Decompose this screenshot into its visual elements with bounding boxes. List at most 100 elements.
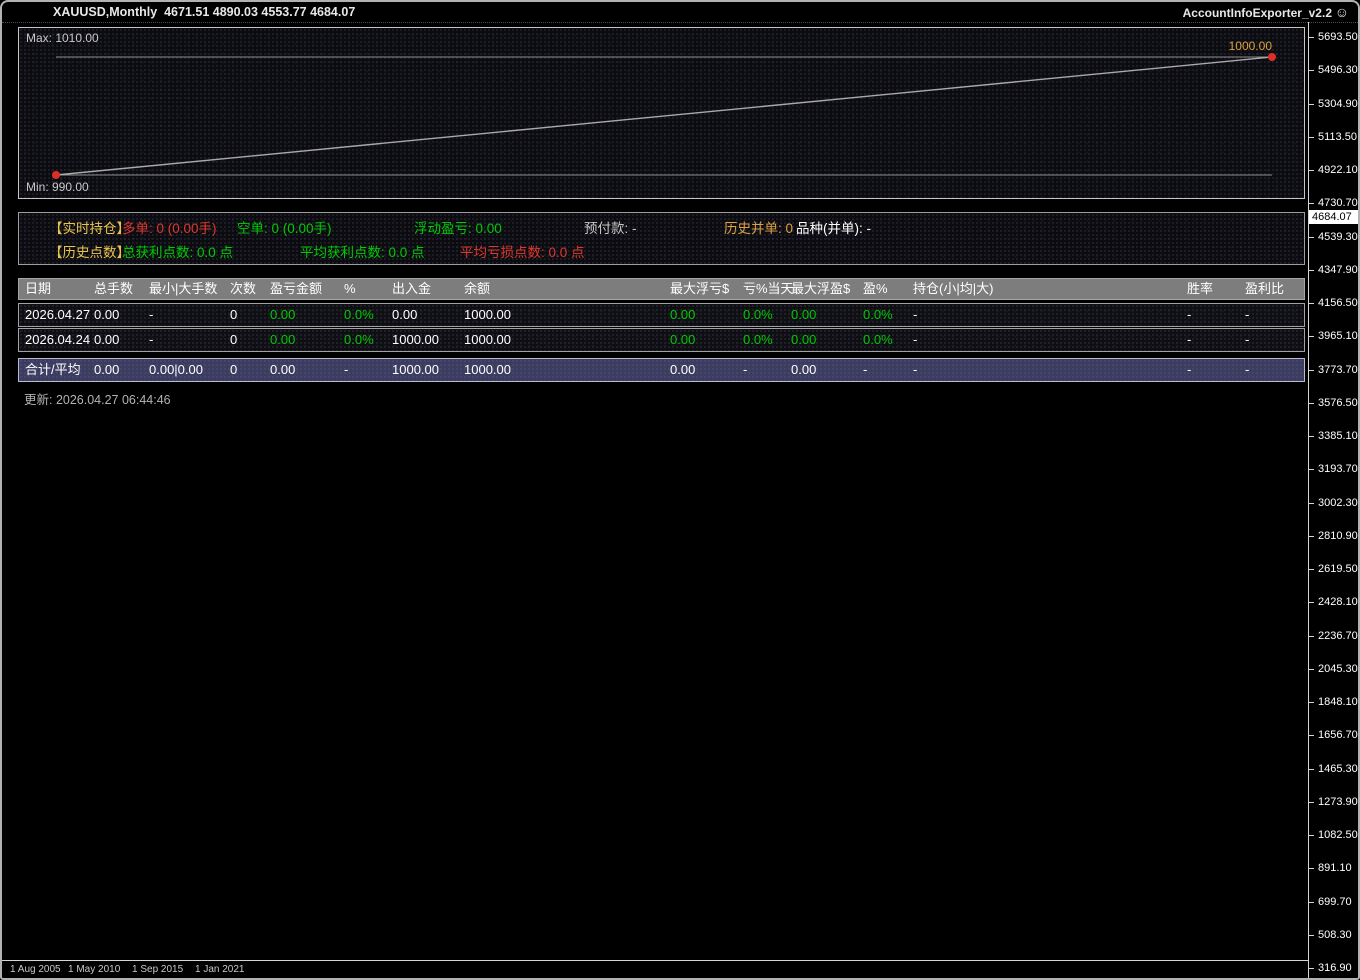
table-row: 2026.04.270.00-00.000.0%0.001000.000.000… bbox=[18, 303, 1305, 327]
price-tick-dash bbox=[1309, 536, 1314, 537]
table-cell: 0.0% bbox=[743, 329, 773, 351]
price-tick-label: 4347.90 bbox=[1318, 263, 1358, 277]
price-tick-dash bbox=[1309, 237, 1314, 238]
equity-curve-panel: Max: 1010.00 Min: 990.00 1000.00 bbox=[18, 27, 1305, 199]
endpoint-dot bbox=[52, 171, 60, 179]
price-tick-label: 316.90 bbox=[1318, 961, 1352, 975]
account-info-panel: 【实时持仓】多单: 0 (0.00手)空单: 0 (0.00手)浮动盈亏: 0.… bbox=[18, 212, 1305, 265]
table-cell: 1000.00 bbox=[464, 304, 511, 326]
price-tick: 4922.10 bbox=[1309, 163, 1360, 177]
equity-max-label: Max: 1010.00 bbox=[26, 31, 99, 45]
price-tick-dash bbox=[1309, 935, 1314, 936]
price-tick-label: 4539.30 bbox=[1318, 230, 1358, 244]
price-tick-dash bbox=[1309, 303, 1314, 304]
current-price-box: 4684.07 bbox=[1309, 210, 1358, 224]
table-cell: 0.00 bbox=[670, 359, 695, 381]
price-tick-dash bbox=[1309, 403, 1314, 404]
price-tick-label: 5113.50 bbox=[1318, 130, 1357, 144]
price-tick: 699.70 bbox=[1309, 895, 1360, 909]
price-tick: 1082.50 bbox=[1309, 828, 1360, 842]
price-tick-dash bbox=[1309, 835, 1314, 836]
price-tick-label: 4730.70 bbox=[1318, 196, 1358, 210]
table-cell: 0.0% bbox=[743, 304, 773, 326]
table-cell: 0.00 bbox=[791, 329, 816, 351]
table-cell: 合计/平均 bbox=[25, 359, 81, 381]
price-tick-dash bbox=[1309, 370, 1314, 371]
price-tick-dash bbox=[1309, 569, 1314, 570]
table-cell: 2026.04.27 bbox=[25, 304, 90, 326]
time-axis-label: 1 May 2010 bbox=[68, 964, 120, 975]
ea-smiley-icon[interactable]: ☺ bbox=[1335, 4, 1349, 20]
time-axis-label: 1 Aug 2005 bbox=[10, 964, 61, 975]
table-cell: 0.00 bbox=[392, 304, 417, 326]
table-cell: - bbox=[743, 359, 747, 381]
table-cell: - bbox=[1245, 304, 1249, 326]
chart-title: XAUUSD,Monthly 4671.51 4890.03 4553.77 4… bbox=[53, 5, 355, 19]
price-tick-label: 891.10 bbox=[1318, 861, 1352, 875]
price-tick-dash bbox=[1309, 104, 1314, 105]
symbol-merged: 品种(并单): - bbox=[796, 221, 871, 237]
avg-loss-points: 平均亏损点数: 0.0 点 bbox=[460, 245, 585, 261]
price-tick: 3385.10 bbox=[1309, 429, 1360, 443]
price-tick-dash bbox=[1309, 203, 1314, 204]
price-tick-label: 2810.90 bbox=[1318, 529, 1358, 543]
equity-min-label: Min: 990.00 bbox=[26, 180, 89, 194]
table-cell: - bbox=[913, 329, 917, 351]
price-tick-label: 1656.70 bbox=[1318, 728, 1358, 742]
price-tick: 5496.30 bbox=[1309, 63, 1360, 77]
price-tick-label: 699.70 bbox=[1318, 895, 1352, 909]
balance-line bbox=[56, 57, 1272, 175]
price-tick: 2810.90 bbox=[1309, 529, 1360, 543]
header-cell: 持仓(小|均|大) bbox=[913, 279, 993, 299]
header-cell: 盈% bbox=[863, 279, 888, 299]
total-profit-points: 总获利点数: 0.0 点 bbox=[122, 245, 233, 261]
table-cell: - bbox=[149, 329, 153, 351]
price-tick-dash bbox=[1309, 270, 1314, 271]
price-tick: 1273.90 bbox=[1309, 795, 1360, 809]
header-cell: 总手数 bbox=[94, 279, 133, 299]
price-tick-dash bbox=[1309, 336, 1314, 337]
price-tick: 316.90 bbox=[1309, 961, 1360, 975]
price-tick-label: 4156.50 bbox=[1318, 296, 1358, 310]
price-tick-label: 3576.50 bbox=[1318, 396, 1358, 410]
price-tick-label: 1465.30 bbox=[1318, 762, 1358, 776]
price-tick: 2045.30 bbox=[1309, 662, 1360, 676]
table-cell: 0.00 bbox=[270, 329, 295, 351]
table-cell: - bbox=[913, 304, 917, 326]
price-tick-label: 1273.90 bbox=[1318, 795, 1358, 809]
table-cell: - bbox=[1187, 304, 1191, 326]
table-cell: - bbox=[344, 359, 348, 381]
price-tick-label: 3385.10 bbox=[1318, 429, 1358, 443]
table-cell: 1000.00 bbox=[392, 359, 439, 381]
table-cell: 0.00 bbox=[270, 359, 295, 381]
table-cell: 2026.04.24 bbox=[25, 329, 90, 351]
price-tick: 2619.50 bbox=[1309, 562, 1360, 576]
mt4-chart-window: { "window": { "title_left": "XAUUSD,Mont… bbox=[0, 0, 1360, 980]
price-scale[interactable]: 5693.50 5496.30 5304.90 5113.50 4922.10 4730.… bbox=[1308, 22, 1360, 978]
price-tick: 5693.50 bbox=[1309, 30, 1360, 44]
price-tick: 3193.70 bbox=[1309, 462, 1360, 476]
summary-row: 合计/平均0.000.00|0.0000.00-1000.001000.000.… bbox=[18, 358, 1305, 382]
price-tick-dash bbox=[1309, 702, 1314, 703]
header-cell: % bbox=[344, 279, 356, 299]
header-cell: 日期 bbox=[25, 279, 51, 299]
avg-profit-points: 平均获利点数: 0.0 点 bbox=[300, 245, 425, 261]
price-tick-dash bbox=[1309, 735, 1314, 736]
price-tick-dash bbox=[1309, 436, 1314, 437]
table-cell: 0.00 bbox=[94, 329, 119, 351]
price-tick-dash bbox=[1309, 968, 1314, 969]
price-tick-dash bbox=[1309, 669, 1314, 670]
table-cell: 0.0% bbox=[863, 304, 893, 326]
equity-last-value-label: 1000.00 bbox=[1229, 39, 1272, 53]
header-cell: 最小|大手数 bbox=[149, 279, 217, 299]
table-cell: 0 bbox=[230, 304, 237, 326]
time-axis[interactable]: 1 Aug 20051 May 20101 Sep 20151 Jan 2021 bbox=[2, 960, 1308, 979]
price-tick-dash bbox=[1309, 469, 1314, 470]
price-tick-dash bbox=[1309, 769, 1314, 770]
table-header: 日期总手数最小|大手数次数盈亏金额%出入金余额最大浮亏$亏%当天最大浮盈$盈%持… bbox=[18, 278, 1305, 300]
price-tick-label: 5304.90 bbox=[1318, 97, 1358, 111]
table-cell: 1000.00 bbox=[464, 329, 511, 351]
table-cell: 0.00 bbox=[670, 304, 695, 326]
margin: 预付款: - bbox=[584, 221, 637, 237]
price-tick-label: 5496.30 bbox=[1318, 63, 1358, 77]
